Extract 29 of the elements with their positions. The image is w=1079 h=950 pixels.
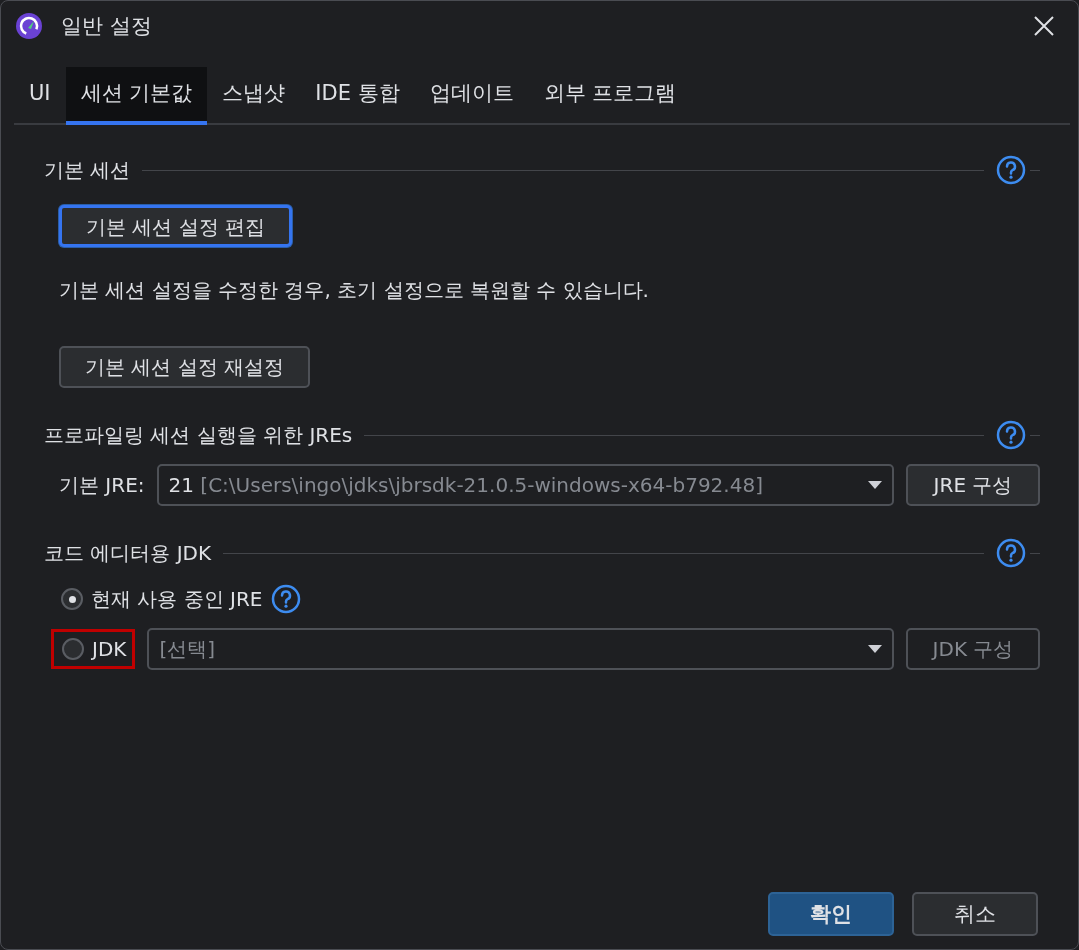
tab[interactable]: 외부 프로그램 <box>528 67 692 125</box>
ok-button[interactable]: 확인 <box>768 892 894 936</box>
radio-label: 현재 사용 중인 JRE <box>91 585 263 613</box>
edit-button[interactable]: 기본 세션 설정 편집 <box>59 205 293 247</box>
field-label: 기본 JRE: <box>59 471 145 499</box>
tab[interactable]: 업데이트 <box>414 67 529 125</box>
close-icon[interactable] <box>1034 16 1054 36</box>
help-icon[interactable] <box>270 584 301 614</box>
tab[interactable]: UI <box>14 67 66 125</box>
description-text: 기본 세션 설정을 수정한 경우, 초기 설정으로 복원할 수 있습니다. <box>58 277 649 304</box>
section-title: 기본 세션 <box>44 156 131 184</box>
help-icon[interactable] <box>996 155 1026 185</box>
cancel-button[interactable]: 취소 <box>912 892 1038 936</box>
radio-label: JDK <box>92 637 127 661</box>
configure-button[interactable]: JRE 구성 <box>906 464 1040 506</box>
tab[interactable]: 세션 기본값 <box>65 67 208 125</box>
help-icon[interactable] <box>996 538 1026 568</box>
tab[interactable]: 스냅샷 <box>207 67 301 125</box>
edit-button[interactable]: 기본 세션 설정 재설정 <box>59 346 311 388</box>
section-title: 프로파일링 세션 실행을 위한 JREs <box>44 421 353 449</box>
app-logo-icon <box>15 12 43 40</box>
dropdown-arrow-icon <box>868 481 882 489</box>
help-icon[interactable] <box>996 420 1026 450</box>
dropdown-arrow-icon <box>868 645 882 653</box>
window-title: 일반 설정 <box>61 13 152 40</box>
jre-dropdown[interactable]: 21 [C:\Users\ingo\jdks\jbrsdk-21.0.5-windows-x64-b792.48] <box>156 464 894 506</box>
section-title: 코드 에디터용 JDK <box>44 539 212 567</box>
tab[interactable]: IDE 통합 <box>300 67 415 125</box>
radio-button[interactable] <box>61 588 83 610</box>
